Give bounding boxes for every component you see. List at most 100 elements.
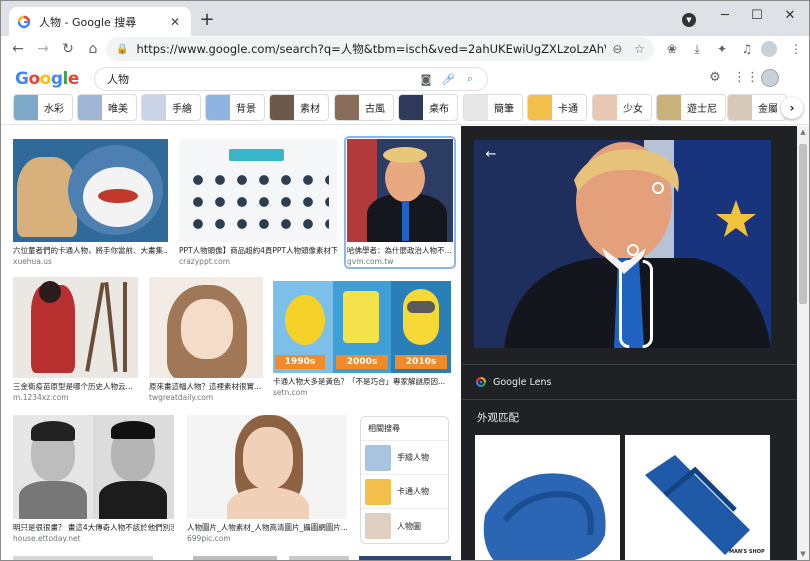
- result-card[interactable]: 三金衛疫苗原型是哪个历史人物云... m.1234xz.com: [13, 277, 138, 402]
- related-searches-heading: 相關搜尋: [361, 417, 448, 441]
- profile-chevron-down-icon[interactable]: ▼: [682, 13, 696, 27]
- result-image[interactable]: [13, 415, 174, 519]
- settings-gear-icon[interactable]: ⚙: [706, 69, 724, 87]
- chip-thumbnail: [464, 95, 488, 120]
- result-source: xuehua.us: [13, 257, 52, 266]
- tab-google-search[interactable]: 人物 - Google 搜尋 ✕: [9, 7, 191, 36]
- chip-thumbnail: [728, 95, 752, 120]
- result-card[interactable]: 1990s 2000s 2010s 卡通人物大多是黃色？「不是巧合」專家解謎原因…: [273, 281, 451, 397]
- result-card[interactable]: 明只是很很畫？ 畫這4大傳奇人物不該於他們別沒... house.ettoday…: [13, 415, 174, 543]
- lens-brand: Google Lens: [493, 376, 552, 388]
- result-source: 699pic.com: [187, 534, 231, 543]
- year-label: 2010s: [395, 355, 447, 369]
- search-box[interactable]: 人物 ◙ 🎤︎ ⌕: [94, 67, 488, 91]
- home-icon[interactable]: ⌂: [82, 38, 104, 60]
- result-source: m.1234xz.com: [13, 393, 69, 402]
- result-card[interactable]: 人物圖片_人物素材_人物高清圖片_攝圖網圖片... 699pic.com: [187, 415, 347, 543]
- extensions-puzzle-icon[interactable]: ✦: [713, 40, 731, 58]
- chip-watercolor[interactable]: 水彩: [13, 94, 73, 121]
- address-bar[interactable]: 🔒 https://www.google.com/search?q=人物&tbm…: [106, 37, 654, 61]
- chip-ancient-style[interactable]: 古風: [334, 94, 394, 121]
- result-source: gvm.com.tw: [347, 257, 394, 266]
- chip-wallpaper[interactable]: 桌布: [398, 94, 458, 121]
- result-image[interactable]: [13, 139, 168, 242]
- match-brand-label: MAN'S SHOP: [729, 549, 765, 555]
- result-caption: 卡通人物大多是黃色？「不是巧合」專家解謎原因...: [273, 377, 446, 386]
- related-search-item[interactable]: 手繪人物: [361, 441, 448, 475]
- new-tab-button[interactable]: +: [197, 10, 217, 30]
- result-image[interactable]: [149, 277, 263, 378]
- window-close-button[interactable]: ✕: [780, 6, 800, 26]
- chip-disney[interactable]: 遊士尼: [656, 94, 726, 121]
- result-card-partial[interactable]: [359, 556, 451, 560]
- lens-crop-box[interactable]: [619, 260, 653, 348]
- scroll-up-icon[interactable]: ▲: [797, 128, 809, 136]
- zoom-icon[interactable]: ⊖: [606, 42, 628, 56]
- result-source: twgreatdaily.com: [149, 393, 214, 402]
- result-card-partial[interactable]: [193, 556, 277, 560]
- back-arrow-icon[interactable]: ←: [482, 146, 500, 164]
- result-card-selected[interactable]: 哈佛學者：為什麼政治人物不... gvm.com.tw: [344, 136, 456, 269]
- back-arrow-icon[interactable]: ←: [7, 38, 29, 60]
- result-source: crazyppt.com: [179, 257, 231, 266]
- result-image[interactable]: [187, 415, 347, 519]
- lens-match-card[interactable]: MAN'S SHOP: [625, 435, 770, 560]
- search-icon[interactable]: ⌕: [459, 72, 481, 86]
- scroll-down-icon[interactable]: ▼: [797, 550, 809, 558]
- result-caption: 六位童者們的卡通人物，將手你當前、大畫集...: [13, 246, 168, 255]
- related-thumbnail: [365, 513, 391, 539]
- apps-grid-icon[interactable]: ⋮⋮: [733, 69, 759, 87]
- lens-detection-dot[interactable]: [627, 244, 639, 256]
- chip-hand-drawn[interactable]: 手繪: [141, 94, 201, 121]
- chip-thumbnail: [657, 95, 681, 120]
- microphone-icon[interactable]: 🎤︎: [437, 73, 459, 86]
- url-text[interactable]: https://www.google.com/search?q=人物&tbm=i…: [136, 41, 606, 57]
- bookmark-star-icon[interactable]: ☆: [628, 42, 650, 56]
- scrollbar-thumb[interactable]: [799, 144, 807, 304]
- result-image[interactable]: [347, 139, 453, 242]
- profile-avatar-icon[interactable]: [761, 41, 777, 57]
- result-image[interactable]: [179, 139, 337, 242]
- page-scrollbar[interactable]: ▲ ▼: [797, 126, 809, 560]
- maximize-button[interactable]: ☐: [747, 6, 767, 26]
- result-image[interactable]: 1990s 2000s 2010s: [273, 281, 451, 373]
- chip-material[interactable]: 素材: [269, 94, 329, 121]
- lens-detection-dot[interactable]: [652, 182, 664, 194]
- search-input[interactable]: 人物: [107, 71, 415, 87]
- google-favicon-icon: [17, 15, 31, 28]
- lens-match-card[interactable]: [475, 435, 620, 560]
- chip-thumbnail: [142, 95, 166, 120]
- google-logo[interactable]: Google: [15, 69, 79, 89]
- media-icon[interactable]: ♫: [738, 40, 756, 58]
- result-source: house.ettoday.net: [13, 534, 81, 543]
- chip-simple-drawing[interactable]: 簡筆: [463, 94, 523, 121]
- reload-icon[interactable]: ↻: [57, 38, 79, 60]
- camera-icon[interactable]: ◙: [415, 73, 437, 86]
- chip-girl[interactable]: 少女: [592, 94, 652, 121]
- chip-cartoon[interactable]: 卡通: [527, 94, 587, 121]
- result-card[interactable]: PPT人物頭像】商品超約4頁PPT人物頭像素材下... crazyppt.com: [179, 139, 337, 266]
- chip-background[interactable]: 背景: [205, 94, 265, 121]
- result-card-partial[interactable]: [13, 556, 153, 560]
- forward-arrow-icon[interactable]: →: [32, 38, 54, 60]
- chip-aesthetic[interactable]: 唯美: [77, 94, 137, 121]
- chip-metal[interactable]: 金屬: [727, 94, 787, 121]
- tab-close-icon[interactable]: ✕: [167, 14, 183, 30]
- result-image[interactable]: [13, 277, 138, 378]
- google-lens-logo-icon: [476, 377, 486, 387]
- minimize-button[interactable]: ─: [715, 6, 735, 26]
- chevron-right-icon[interactable]: ›: [781, 97, 803, 119]
- result-card[interactable]: 六位童者們的卡通人物，將手你當前、大畫集... xuehua.us: [13, 139, 168, 266]
- menu-dots-icon[interactable]: ⋮: [787, 40, 805, 58]
- related-search-item[interactable]: 人物圖: [361, 509, 448, 543]
- result-card-partial[interactable]: [289, 556, 349, 560]
- chip-thumbnail: [593, 95, 617, 120]
- result-source: setn.com: [273, 388, 308, 397]
- chip-thumbnail: [206, 95, 230, 120]
- result-card[interactable]: 原來畫這幅人物？這裡素材很實... twgreatdaily.com: [149, 277, 263, 402]
- download-icon[interactable]: ⤓: [688, 40, 706, 58]
- related-search-item[interactable]: 卡通人物: [361, 475, 448, 509]
- extension-gear-icon[interactable]: ❀: [663, 40, 681, 58]
- google-account-avatar[interactable]: [761, 69, 779, 87]
- chip-thumbnail: [14, 95, 38, 120]
